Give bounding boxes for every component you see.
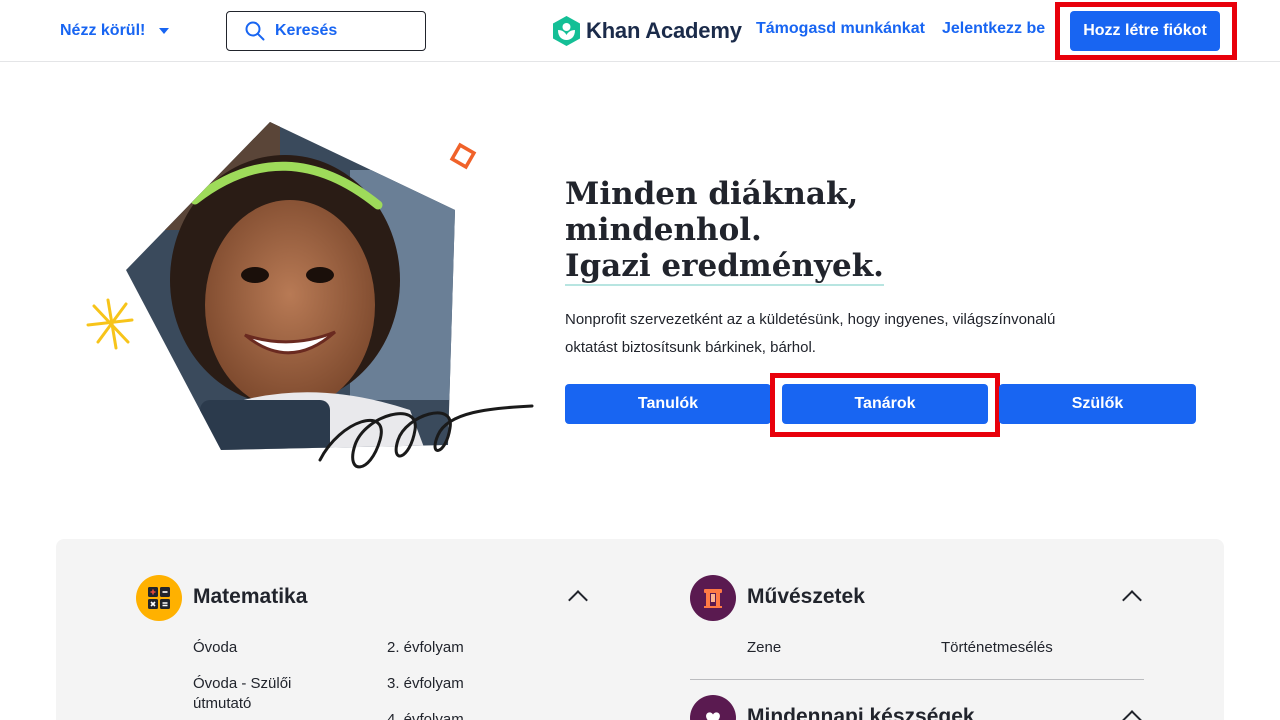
teachers-button[interactable]: Tanárok — [782, 384, 988, 424]
life-skills-title[interactable]: Mindennapi készségek — [747, 705, 975, 720]
arts-title[interactable]: Művészetek — [747, 585, 865, 609]
section-divider — [690, 679, 1144, 680]
search-input[interactable]: Keresés — [226, 11, 426, 51]
explore-label: Nézz körül! — [60, 22, 146, 39]
headline-line-2: mindenhol. — [565, 212, 762, 248]
signup-button[interactable]: Hozz létre fiókot — [1070, 11, 1220, 51]
sparkle-icon — [86, 298, 134, 350]
search-placeholder: Keresés — [275, 22, 338, 39]
math-link-grade-3[interactable]: 3. évfolyam — [387, 674, 464, 694]
math-link-kindergarten-parents[interactable]: Óvoda - Szülői útmutató — [193, 674, 323, 714]
math-title[interactable]: Matematika — [193, 585, 307, 609]
khan-academy-logo[interactable]: Khan Academy — [553, 16, 742, 46]
donate-link[interactable]: Támogasd munkánkat — [756, 20, 925, 38]
hero-illustration — [86, 122, 534, 469]
orange-square-icon — [449, 142, 477, 170]
chevron-down-icon — [159, 28, 170, 34]
search-icon — [245, 21, 265, 41]
hero-subtext: Nonprofit szervezetként az a küldetésünk… — [565, 311, 1056, 356]
math-link-grade-4[interactable]: 4. évfolyam — [387, 710, 464, 720]
headline-line-1: Minden diáknak, — [565, 176, 859, 212]
student-photo — [126, 122, 455, 450]
explore-menu-button[interactable]: Nézz körül! — [60, 19, 170, 43]
hero-headline: Minden diáknak, mindenhol. Igazi eredmén… — [565, 176, 884, 286]
calculator-icon — [136, 575, 182, 621]
login-link[interactable]: Jelentkezz be — [942, 20, 1045, 38]
top-nav-bar: Nézz körül! Keresés Khan Academy Támogas… — [0, 0, 1280, 62]
parents-button[interactable]: Szülők — [999, 384, 1196, 424]
math-link-kindergarten[interactable]: Óvoda — [193, 638, 237, 658]
logo-text: Khan Academy — [586, 18, 742, 43]
math-link-grade-2[interactable]: 2. évfolyam — [387, 638, 464, 658]
arts-link-storytelling[interactable]: Történetmesélés — [941, 638, 1053, 658]
learners-button[interactable]: Tanulók — [565, 384, 771, 424]
arts-link-music[interactable]: Zene — [747, 638, 781, 658]
khan-logo-icon — [553, 16, 580, 46]
headline-line-3: Igazi eredmények. — [565, 248, 884, 286]
theater-icon — [690, 575, 736, 621]
